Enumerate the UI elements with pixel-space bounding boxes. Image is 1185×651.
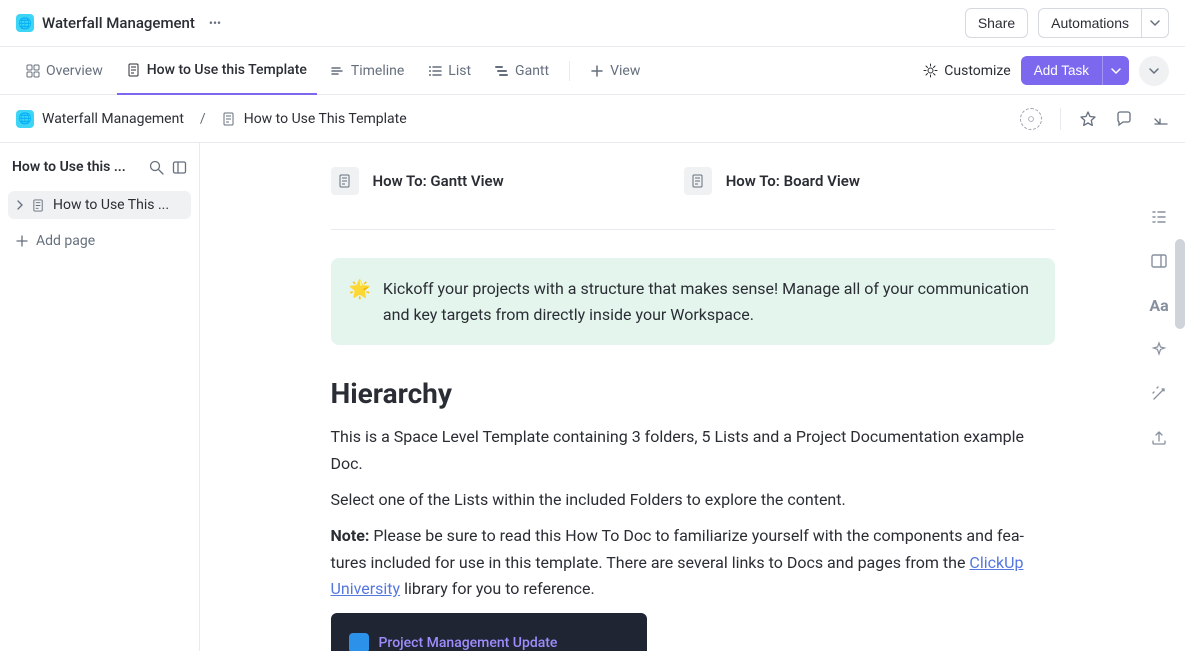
workspace-title: Waterfall Management [42,14,195,32]
callout-block: 🌟 Kickoff your projects with a structure… [331,258,1055,345]
doc-content: How To: Gantt View How To: Board View 🌟 … [331,143,1055,651]
view-label: Gantt [515,63,549,79]
automations-caret[interactable] [1142,8,1169,38]
breadcrumb: 🌐 Waterfall Management / How to Use This… [16,110,407,128]
workspace-icon: 🌐 [16,110,34,128]
star-icon[interactable] [1079,110,1097,128]
chip-board[interactable]: How To: Board View [684,163,860,199]
automations-group: Automations [1038,8,1169,38]
doc-paragraph: Select one of the Lists within the inclu… [331,487,1055,513]
view-label: Overview [46,63,103,79]
doc-heading: Hierarchy [331,377,1055,410]
divider [1060,108,1061,130]
breadcrumb-root[interactable]: Waterfall Management [42,111,184,127]
embed-title: Project Management Update [379,635,558,651]
doc-icon [331,167,359,195]
share-button[interactable]: Share [965,8,1028,38]
customize-label: Customize [944,63,1010,79]
comment-icon[interactable] [1115,110,1133,128]
view-list[interactable]: List [418,47,481,95]
overview-icon [26,64,40,78]
breadcrumb-actions [1020,108,1169,130]
doc-icon [127,63,141,77]
sidebar-actions [149,160,187,175]
view-label: Timeline [351,63,404,79]
more-menu-button[interactable] [1139,56,1169,86]
ai-icon[interactable] [1150,341,1168,359]
plus-icon [16,235,28,247]
list-icon [428,64,442,78]
note-label: Note: [331,526,370,545]
chevron-down-icon [1150,18,1160,28]
chip-gantt[interactable]: How To: Gantt View [331,163,504,199]
panel-right-icon[interactable] [1150,252,1168,270]
view-timeline[interactable]: Timeline [321,47,414,95]
assignee-placeholder-icon[interactable] [1020,108,1042,130]
embed-workspace-row[interactable]: Project Management Update [345,627,633,651]
timeline-icon [331,64,345,78]
sidebar-header: How to Use this ... [8,155,191,179]
top-bar: 🌐 Waterfall Management ••• Share Automat… [0,0,1185,47]
breadcrumb-bar: 🌐 Waterfall Management / How to Use This… [0,95,1185,143]
sidebar-item-label: How to Use This ... [53,197,169,213]
collapse-icon[interactable] [1151,110,1169,128]
view-bar: Overview How to Use this Template Timeli… [0,47,1185,95]
workspace-crumb[interactable]: 🌐 Waterfall Management ••• [16,14,221,32]
panel-icon[interactable] [172,160,187,175]
breadcrumb-doc[interactable]: How to Use This Template [244,111,407,127]
add-page-button[interactable]: Add page [8,225,191,257]
callout-text: Kickoff your projects with a structure t… [383,276,1037,327]
separator [569,61,570,81]
typography-icon[interactable]: Aa [1149,296,1168,315]
doc-chips: How To: Gantt View How To: Board View [331,163,1055,199]
view-label: View [610,63,640,79]
divider [331,229,1055,230]
workspace-icon [349,633,369,651]
search-icon[interactable] [149,160,164,175]
doc-main[interactable]: Aa How To: Gantt View How To: Board View… [200,143,1185,651]
add-page-label: Add page [36,233,95,249]
workspace-icon: 🌐 [16,14,34,32]
doc-icon [222,112,236,126]
doc-icon [684,167,712,195]
sidebar-doc-item[interactable]: How to Use This ... [8,191,191,219]
chip-label: How To: Board View [726,172,860,190]
gantt-icon [495,64,509,78]
chevron-down-icon [1111,66,1121,76]
doc-sidebar: How to Use this ... How to Use This ... … [0,143,200,651]
gear-icon [923,63,938,78]
doc-icon [32,199,45,212]
view-overview[interactable]: Overview [16,47,113,95]
more-icon[interactable]: ••• [209,16,221,30]
chip-label: How To: Gantt View [373,172,504,190]
customize-button[interactable]: Customize [923,63,1010,79]
plus-icon [590,64,604,78]
doc-right-toolbar: Aa [1141,208,1177,447]
outline-icon[interactable] [1150,208,1168,226]
magic-icon[interactable] [1150,385,1168,403]
add-task-caret[interactable] [1102,56,1129,85]
embed-card[interactable]: Project Management Update 📁 Simple Water… [331,613,647,651]
view-label: How to Use this Template [147,62,307,78]
view-label: List [448,63,471,79]
top-bar-actions: Share Automations [965,8,1169,38]
add-task-button[interactable]: Add Task [1021,56,1102,85]
add-task-group: Add Task [1021,56,1129,85]
sidebar-title: How to Use this ... [12,159,143,175]
callout-emoji: 🌟 [349,276,371,327]
automations-button[interactable]: Automations [1038,8,1142,38]
view-how-to[interactable]: How to Use this Template [117,47,317,95]
view-gantt[interactable]: Gantt [485,47,559,95]
doc-paragraph: This is a Space Level Template containin… [331,424,1055,477]
note-text-b: library for you to reference. [400,579,595,598]
content-area: How to Use this ... How to Use This ... … [0,143,1185,651]
view-bar-right: Customize Add Task [923,56,1169,86]
chevron-down-icon [1148,65,1160,77]
export-icon[interactable] [1150,429,1168,447]
caret-right-icon [16,200,24,210]
doc-paragraph: Note: Please be sure to read this How To… [331,523,1055,602]
breadcrumb-separator: / [200,111,206,127]
note-text-a: Please be sure to read this How To Doc t… [331,526,1024,571]
add-view-button[interactable]: View [580,47,650,95]
